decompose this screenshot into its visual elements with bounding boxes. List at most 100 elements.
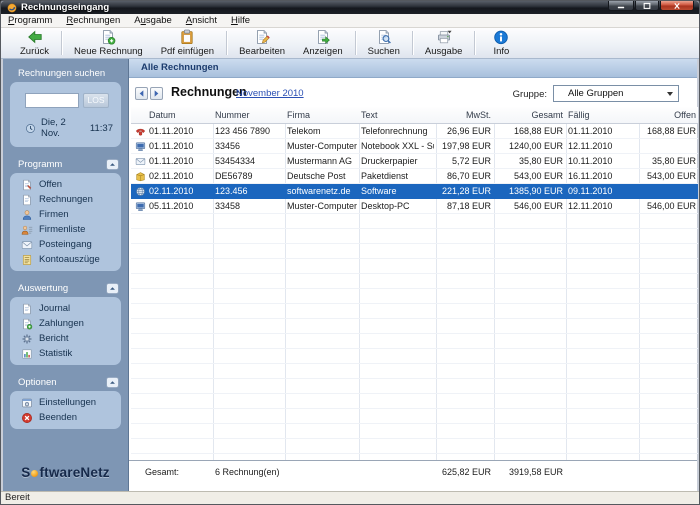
toolbar-button-label: Neue Rechnung <box>74 45 143 57</box>
main-area: Alle Rechnungen Rechnungen November 2010… <box>129 59 698 491</box>
softwarenetz-logo: SftwareNetz <box>3 465 128 480</box>
cell-faellig: 01.11.2010 <box>568 126 613 136</box>
empty-row <box>131 379 698 394</box>
empty-row <box>131 259 698 274</box>
cell-datum: 02.11.2010 <box>149 171 194 181</box>
collapse-section-button[interactable] <box>106 159 119 170</box>
sidebar-item-statistik[interactable]: Statistik <box>10 346 121 361</box>
search-go-button[interactable]: LOS <box>83 93 109 108</box>
group-select[interactable]: Alle Gruppen <box>553 85 679 102</box>
next-period-button[interactable] <box>150 87 163 100</box>
cell-offen: 543,00 EUR <box>646 171 696 181</box>
cell-nummer: 123.456 <box>215 186 248 196</box>
menu-item-hilfe[interactable]: Hilfe <box>224 14 257 28</box>
computer-icon <box>135 141 148 152</box>
document-coin-icon <box>21 318 33 330</box>
cell-mwst: 5,72 EUR <box>451 156 491 166</box>
section-title: Optionen <box>18 377 57 388</box>
sidebar-item-label: Statistik <box>39 348 73 359</box>
toolbar-button-anzeigen[interactable]: Anzeigen <box>294 28 352 58</box>
sidebar-panel: Journal Zahlungen Bericht Statistik <box>10 297 121 365</box>
table-row[interactable]: 02.11.2010 DE56789 Deutsche Post Paketdiens… <box>131 169 698 184</box>
toolbar-separator <box>474 31 476 55</box>
section-header-programm: Programm <box>18 159 119 170</box>
cell-offen: 546,00 EUR <box>646 201 696 211</box>
column-header-gesamt[interactable]: Gesamt <box>493 107 563 122</box>
sidebar-item-label: Firmen <box>39 209 69 220</box>
logo-text-start: S <box>21 465 31 480</box>
toolbar-button-ausgabe[interactable]: Ausgabe <box>416 28 472 58</box>
cell-gesamt: 168,88 EUR <box>513 126 563 136</box>
menu-item-ansicht[interactable]: Ansicht <box>179 14 224 28</box>
sidebar-item-offen[interactable]: Offen <box>10 177 121 192</box>
menu-item-rechnungen[interactable]: Rechnungen <box>59 14 127 28</box>
sidebar-item-journal[interactable]: Journal <box>10 301 121 316</box>
toolbar-button-pdf-einfugen[interactable]: Pdf einfügen <box>152 28 223 58</box>
package-icon <box>135 171 148 182</box>
search-document-icon <box>376 29 392 45</box>
column-header-text[interactable]: Text <box>361 107 434 122</box>
mail-icon <box>21 239 33 251</box>
column-header-nummer[interactable]: Nummer <box>215 107 283 122</box>
cell-offen: 168,88 EUR <box>646 126 696 136</box>
table-row[interactable]: 02.11.2010 123.456 softwarenetz.de Software… <box>131 184 698 199</box>
sidebar-item-zahlungen[interactable]: Zahlungen <box>10 316 121 331</box>
collapse-section-button[interactable] <box>106 283 119 294</box>
column-header-offen[interactable]: Offen <box>628 107 696 122</box>
table-row[interactable]: 01.11.2010 123 456 7890 Telekom Telefonrech… <box>131 124 698 139</box>
view-document-icon <box>315 29 331 45</box>
menu-item-ausgabe[interactable]: Ausgabe <box>127 14 179 28</box>
cell-datum: 05.11.2010 <box>149 201 194 211</box>
summary-gesamt-total: 3919,58 EUR <box>508 467 563 477</box>
column-header-mwst[interactable]: MwSt. <box>425 107 491 122</box>
prev-period-button[interactable] <box>135 87 148 100</box>
search-input[interactable] <box>25 93 79 108</box>
sidebar-item-beenden[interactable]: Beenden <box>10 410 121 425</box>
menu-item-programm[interactable]: Programm <box>1 14 59 28</box>
maximize-button[interactable] <box>635 1 659 11</box>
cell-gesamt: 1385,90 EUR <box>508 186 563 196</box>
cell-datum: 01.11.2010 <box>149 141 194 151</box>
toolbar-button-label: Suchen <box>367 45 400 57</box>
sidebar-item-einstellungen[interactable]: Einstellungen <box>10 395 121 410</box>
cell-datum: 01.11.2010 <box>149 126 194 136</box>
cell-mwst: 87,18 EUR <box>446 201 491 211</box>
close-button[interactable] <box>660 1 694 11</box>
table-row[interactable]: 01.11.2010 53454334 Mustermann AG Druckerpa… <box>131 154 698 169</box>
cell-gesamt: 1240,00 EUR <box>508 141 563 151</box>
sidebar-item-posteingang[interactable]: Posteingang <box>10 237 121 252</box>
section-header-auswertung: Auswertung <box>18 283 119 294</box>
toolbar-button-suchen[interactable]: Suchen <box>359 28 409 58</box>
toolbar-button-bearbeiten[interactable]: Bearbeiten <box>230 28 294 58</box>
cell-text: Druckerpapier <box>361 156 418 166</box>
sidebar-item-bericht[interactable]: Bericht <box>10 331 121 346</box>
sidebar-item-label: Firmenliste <box>39 224 86 235</box>
titlebar: Rechnungseingang <box>1 1 699 14</box>
back-arrow-icon <box>27 29 43 45</box>
column-header-datum[interactable]: Datum <box>149 107 213 122</box>
toolbar-button-zuruck[interactable]: Zurück <box>11 28 58 58</box>
period-link[interactable]: November 2010 <box>236 88 304 99</box>
sidebar-item-firmenliste[interactable]: Firmenliste <box>10 222 121 237</box>
summary-label: Gesamt: <box>145 467 180 477</box>
edit-document-icon <box>254 29 270 45</box>
column-header-firma[interactable]: Firma <box>287 107 357 122</box>
cell-text: Software <box>361 186 397 196</box>
cell-nummer: 123 456 7890 <box>215 126 271 136</box>
cell-nummer: 53454334 <box>215 156 256 166</box>
gear-icon <box>21 333 33 345</box>
column-header-faellig[interactable]: Fällig <box>568 107 630 122</box>
sidebar-item-rechnungen[interactable]: Rechnungen <box>10 192 121 207</box>
sidebar-item-kontoauszuge[interactable]: Kontoauszüge <box>10 252 121 267</box>
table-row[interactable]: 05.11.2010 33458 Muster-Computer Desktop-PC… <box>131 199 698 214</box>
cell-mwst: 221,28 EUR <box>441 186 491 196</box>
window-title: Rechnungseingang <box>21 2 110 13</box>
table-row[interactable]: 01.11.2010 33456 Muster-Computer Notebook X… <box>131 139 698 154</box>
empty-row <box>131 289 698 304</box>
sidebar-panel: Einstellungen Beenden <box>10 391 121 429</box>
sidebar-item-firmen[interactable]: Firmen <box>10 207 121 222</box>
toolbar-button-info[interactable]: Info <box>478 28 524 58</box>
toolbar-button-neue-rechnung[interactable]: Neue Rechnung <box>65 28 152 58</box>
minimize-button[interactable] <box>608 1 634 11</box>
collapse-section-button[interactable] <box>106 377 119 388</box>
